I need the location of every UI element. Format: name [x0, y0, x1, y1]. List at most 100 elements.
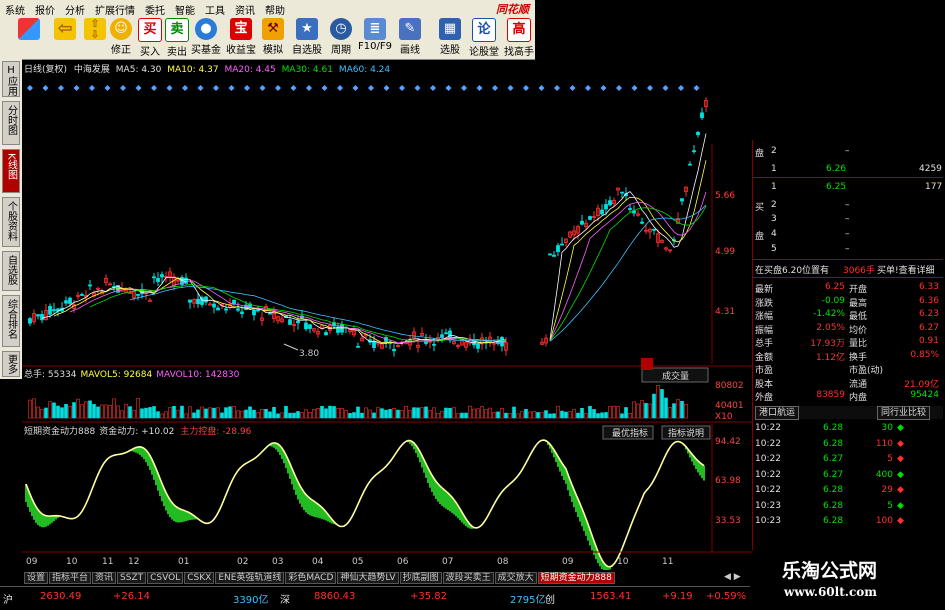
volume-bar: [312, 408, 316, 419]
tab-sector[interactable]: 港口航运: [755, 406, 800, 420]
tab-stock-info[interactable]: 个股资料: [2, 197, 20, 247]
menu-smart[interactable]: 智能: [170, 0, 200, 17]
tab-ranking[interactable]: 综合排名: [2, 295, 20, 347]
quote-value-2: 6.33: [918, 282, 939, 292]
pencil-icon: ✎: [399, 18, 421, 40]
tab-peer-compare[interactable]: 同行业比较: [877, 406, 931, 420]
chart-area[interactable]: 5.66 4.99 4.31 3.80 总手: 55334 MAVOL5: 926…: [22, 74, 752, 570]
candle-body: [324, 332, 328, 336]
sell-volume: 4259: [919, 164, 942, 174]
indicator-tab[interactable]: 神仙大趋势LV: [337, 572, 399, 584]
tick-time: 10:22: [755, 423, 781, 433]
indicator-tab[interactable]: 彩色MACD: [285, 572, 337, 584]
volume-bar: [284, 405, 288, 419]
indicator-tab[interactable]: CSVOL: [147, 572, 184, 584]
simulate-button[interactable]: ⚒ 模拟: [260, 18, 286, 58]
volume-bar: [148, 407, 152, 419]
pin-badge[interactable]: [641, 358, 653, 370]
treasure-button[interactable]: 宝收益宝: [225, 18, 257, 58]
screen-button[interactable]: ▦ 选股: [436, 18, 464, 58]
indicator-tab[interactable]: ENE英强轨道线: [215, 572, 285, 584]
indicator-tab[interactable]: SSZT: [117, 572, 147, 584]
x-tick-label: 01: [178, 557, 189, 567]
fix-button[interactable]: ☺ 修正: [108, 18, 134, 58]
sell-price: 6.26: [826, 164, 847, 174]
sell-side-label: 盘: [755, 149, 765, 159]
tick-dir-icon: ◆: [897, 500, 904, 511]
quote-row: 最新 6.25 开盘 6.33: [753, 282, 943, 295]
indicator-tab[interactable]: 设置: [24, 572, 49, 584]
menu-analysis[interactable]: 分析: [60, 0, 90, 17]
period-button[interactable]: ◷ 周期: [326, 18, 356, 58]
indicator-value-2: 主力控盘: -28.96: [180, 425, 251, 437]
quote-row: 股本 流通 21.09亿: [753, 377, 943, 390]
volume-bar: [472, 408, 476, 419]
candle-body: [28, 318, 32, 324]
tab-scroll-arrows[interactable]: ◀ ▶: [724, 572, 750, 584]
indicator-tab[interactable]: 短期资金动力888: [537, 572, 615, 584]
menu-trade[interactable]: 委托: [140, 0, 170, 17]
volume-bar: [76, 398, 80, 419]
expert-button[interactable]: 高找高手: [503, 18, 535, 58]
draw-button[interactable]: ✎ 画线: [396, 18, 424, 58]
tab-more[interactable]: 更多: [2, 351, 20, 377]
sz-change: +35.82: [410, 591, 448, 602]
sz-amount: 2795亿: [510, 595, 546, 606]
layout-button[interactable]: [14, 18, 44, 58]
volume-bar: [396, 409, 400, 419]
tick-row: 10:22 6.28 110 ◆: [753, 439, 943, 451]
volume-bar: [168, 407, 172, 419]
big-order-alert[interactable]: 在买盘6.20位置有 3066手 买单!查看详细: [753, 263, 943, 276]
volume-bar: [244, 409, 248, 419]
indicator-tab[interactable]: 成交放大: [494, 572, 537, 584]
event-marker-dot: [89, 85, 95, 91]
buy-button[interactable]: 买买入: [137, 18, 163, 58]
indicator-tab[interactable]: 抄底副图: [399, 572, 442, 584]
tick-time: 10:22: [755, 485, 781, 495]
event-marker-dot: [27, 85, 33, 91]
volume-bar: [676, 399, 680, 419]
back-button[interactable]: ⇦: [50, 18, 80, 58]
buy-level: 1: [771, 182, 777, 192]
right-tabs: 港口航运 同行业比较: [753, 406, 943, 420]
menu-quote[interactable]: 报价: [30, 0, 60, 17]
tab-kline[interactable]: K线图: [2, 149, 20, 193]
menu-news[interactable]: 资讯: [230, 0, 260, 17]
tick-price: 6.28: [823, 423, 844, 433]
event-marker-dot: [321, 85, 328, 91]
volume-bar: [96, 406, 100, 419]
alert-action[interactable]: 买单!查看详细: [877, 263, 935, 276]
volume-bar: [348, 413, 352, 419]
volume-bar: [504, 412, 508, 419]
volume-bar: [660, 389, 664, 419]
candle-body: [136, 293, 140, 296]
tab-watchlist[interactable]: 自选股: [2, 251, 20, 291]
tab-timeshare[interactable]: 分时图: [2, 101, 20, 145]
f10-button[interactable]: ≣ F10/F9: [358, 18, 392, 58]
candle-body: [296, 320, 300, 324]
indicator-tab[interactable]: 波段买卖王: [442, 572, 494, 584]
volume-bar: [304, 409, 308, 419]
menu-system[interactable]: 系统: [0, 0, 30, 17]
indicator-tab[interactable]: 资讯: [92, 572, 117, 584]
sell-row-1: 1 6.26 4259: [753, 164, 943, 176]
indicator-tab[interactable]: CSKX: [184, 572, 215, 584]
menu-help[interactable]: 帮助: [260, 0, 290, 17]
quote-row: 总手 17.93万 量比 0.91: [753, 336, 943, 349]
event-marker-dot: [228, 85, 235, 91]
event-marker-dot: [259, 85, 266, 91]
watchlist-button[interactable]: ★ 自选股: [290, 18, 324, 58]
alert-qty: 3066手: [843, 266, 875, 276]
quote-value: 83859: [816, 390, 845, 400]
menu-extended[interactable]: 扩展行情: [90, 0, 140, 17]
volume-bar: [28, 399, 32, 419]
sell-button[interactable]: 卖卖出: [164, 18, 190, 58]
fund-button[interactable]: ● 买基金: [190, 18, 222, 58]
event-marker-dot: [538, 85, 545, 91]
tab-apps[interactable]: H 应用: [2, 61, 20, 97]
forum-button[interactable]: 论论股堂: [468, 18, 500, 58]
menu-tools[interactable]: 工具: [200, 0, 230, 17]
indicator-tab[interactable]: 指标平台: [49, 572, 92, 584]
event-marker-dot: [352, 85, 359, 91]
updown-button[interactable]: ⇧ ⇩: [84, 18, 106, 58]
